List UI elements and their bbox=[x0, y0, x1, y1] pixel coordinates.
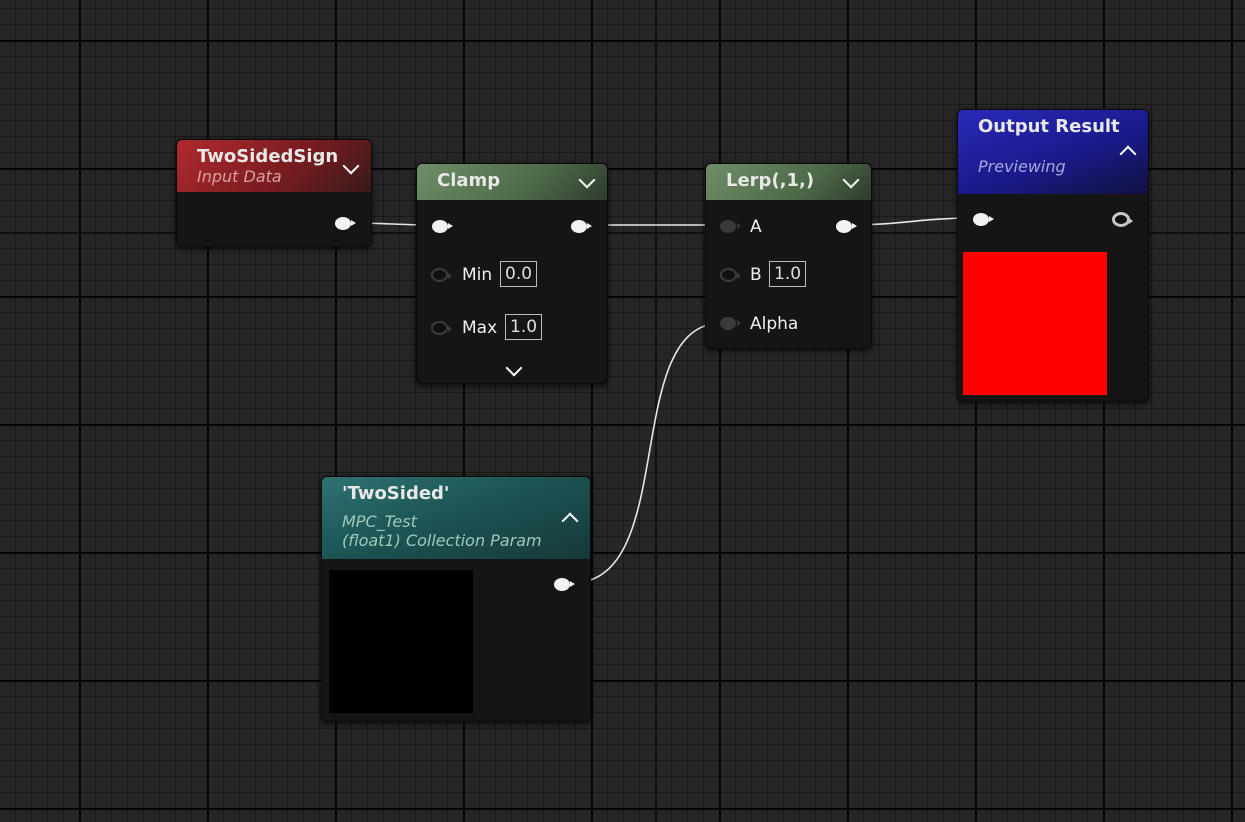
node-header[interactable]: 'TwoSided' MPC_Test (float1) Collection … bbox=[322, 477, 590, 559]
max-pin[interactable] bbox=[431, 321, 452, 335]
a-label: A bbox=[750, 217, 762, 237]
node-two-sided-param[interactable]: 'TwoSided' MPC_Test (float1) Collection … bbox=[321, 476, 591, 722]
node-header[interactable]: Lerp(,1,) bbox=[706, 164, 871, 200]
node-title: Output Result bbox=[978, 116, 1120, 137]
node-title: 'TwoSided' bbox=[342, 483, 450, 504]
output-pin[interactable] bbox=[836, 220, 857, 233]
node-two-sided-sign[interactable]: TwoSidedSign Input Data bbox=[176, 139, 372, 247]
output-pin[interactable] bbox=[571, 220, 592, 233]
node-header[interactable]: TwoSidedSign Input Data bbox=[177, 140, 371, 192]
node-header[interactable]: Output Result Previewing bbox=[958, 110, 1148, 194]
max-value-input[interactable]: 1.0 bbox=[505, 314, 543, 340]
input-pin[interactable] bbox=[973, 213, 994, 226]
node-subtitle-secondary: (float1) Collection Param bbox=[342, 531, 542, 550]
max-label: Max bbox=[462, 318, 498, 338]
node-subtitle: Previewing bbox=[978, 157, 1066, 176]
min-pin[interactable] bbox=[431, 268, 452, 282]
input-pin[interactable] bbox=[432, 220, 453, 233]
node-subtitle: Input Data bbox=[197, 167, 282, 186]
min-label: Min bbox=[462, 265, 493, 285]
node-clamp[interactable]: Clamp Min 0.0 Max 1.0 bbox=[416, 163, 608, 384]
output-pin[interactable] bbox=[1112, 212, 1133, 227]
alpha-pin[interactable] bbox=[720, 317, 741, 330]
node-header[interactable]: Clamp bbox=[417, 164, 607, 200]
output-pin[interactable] bbox=[554, 578, 575, 591]
node-title: Lerp(,1,) bbox=[726, 170, 815, 191]
min-value-input[interactable]: 0.0 bbox=[500, 261, 538, 287]
preview-swatch bbox=[963, 252, 1107, 395]
node-lerp[interactable]: Lerp(,1,) A B 1.0 Alpha bbox=[705, 163, 872, 349]
alpha-label: Alpha bbox=[750, 314, 799, 334]
node-subtitle: MPC_Test bbox=[342, 512, 417, 531]
a-pin[interactable] bbox=[720, 220, 741, 233]
expand-chevron-icon[interactable] bbox=[505, 359, 523, 377]
preview-swatch bbox=[329, 570, 473, 713]
node-title: Clamp bbox=[437, 170, 501, 191]
b-pin[interactable] bbox=[720, 268, 741, 282]
output-pin[interactable] bbox=[335, 217, 356, 230]
node-title: TwoSidedSign bbox=[197, 146, 339, 167]
b-label: B bbox=[750, 265, 762, 285]
b-value-input[interactable]: 1.0 bbox=[769, 261, 807, 287]
node-output-result[interactable]: Output Result Previewing bbox=[957, 109, 1149, 402]
